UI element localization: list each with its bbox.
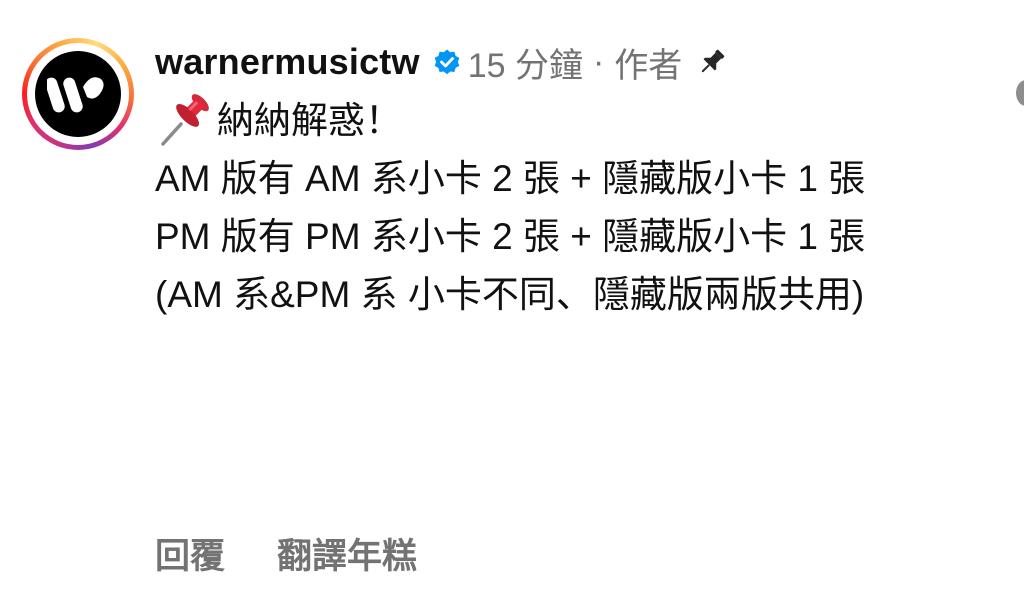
username-link[interactable]: warnermusictw	[155, 41, 420, 83]
comment-text-line-4: (AM 系&PM 系 小卡不同、隱藏版兩版共用)	[155, 274, 865, 315]
warner-music-logo-icon	[35, 51, 121, 137]
comment-text-line-2: AM 版有 AM 系小卡 2 張 + 隱藏版小卡 1 張	[155, 158, 866, 199]
avatar[interactable]	[22, 38, 134, 150]
reply-button[interactable]: 回覆	[155, 528, 225, 579]
timestamp: 15 分鐘	[467, 46, 583, 85]
comment-text-line-3: PM 版有 PM 系小卡 2 張 + 隱藏版小卡 1 張	[155, 216, 866, 257]
verified-badge-icon	[432, 47, 462, 77]
translate-button[interactable]: 翻譯年糕	[277, 528, 417, 579]
pin-icon	[696, 46, 728, 78]
comment-body: 納納解惑！ AM 版有 AM 系小卡 2 張 + 隱藏版小卡 1 張 PM 版有…	[155, 92, 955, 324]
comment-line: 納納解惑！	[155, 92, 955, 150]
more-options-icon[interactable]	[1016, 80, 1024, 106]
comment-actions: 回覆 翻譯年糕	[155, 528, 417, 579]
meta-separator: ·	[592, 42, 605, 81]
author-tag: 作者	[614, 46, 683, 85]
comment-text-line-1: 納納解惑！	[217, 100, 402, 141]
avatar-border	[27, 43, 129, 145]
comment-header: warnermusictw 15 分鐘 · 作者	[155, 38, 728, 86]
pushpin-emoji-icon	[155, 92, 213, 150]
